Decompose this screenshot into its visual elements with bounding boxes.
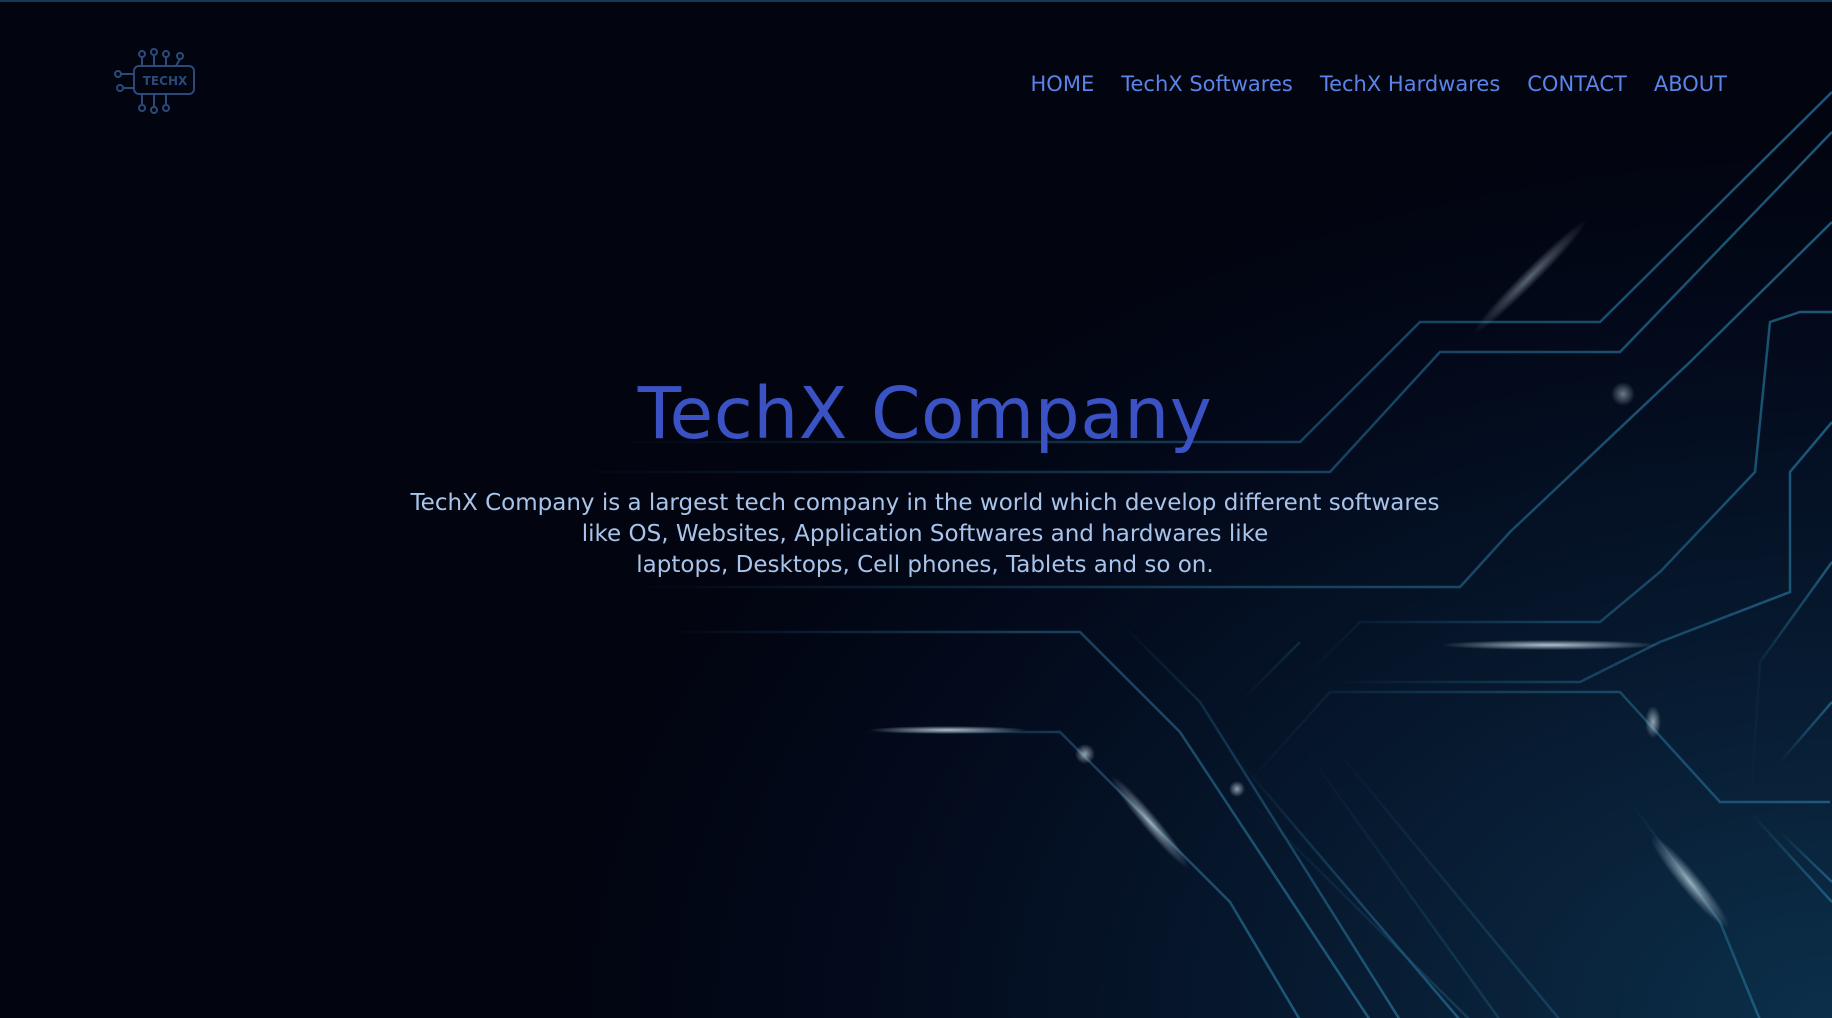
nav-techx-hardwares[interactable]: TechX Hardwares	[1320, 68, 1500, 100]
hero-page: TECHX HOME TechX Softwares TechX Hardwar…	[0, 0, 1832, 1018]
nav-techx-softwares[interactable]: TechX Softwares	[1121, 68, 1293, 100]
hero-title: TechX Company	[637, 372, 1213, 455]
techx-logo[interactable]: TECHX	[112, 46, 204, 118]
nav-home[interactable]: HOME	[1031, 68, 1095, 100]
circuit-chip-icon: TECHX	[114, 48, 195, 114]
hero-description-line: like OS, Websites, Application Softwares…	[581, 521, 1269, 547]
main-nav: HOME TechX Softwares TechX Hardwares CON…	[1031, 68, 1728, 100]
hero-description-line: laptops, Desktops, Cell phones, Tablets …	[636, 552, 1214, 578]
nav-contact[interactable]: CONTACT	[1527, 68, 1627, 100]
nav-about[interactable]: ABOUT	[1654, 68, 1727, 100]
svg-text:TECHX: TECHX	[143, 74, 188, 88]
hero-description: TechX Company is a largest tech company …	[0, 488, 1832, 581]
hero-description-line: TechX Company is a largest tech company …	[410, 490, 1440, 516]
